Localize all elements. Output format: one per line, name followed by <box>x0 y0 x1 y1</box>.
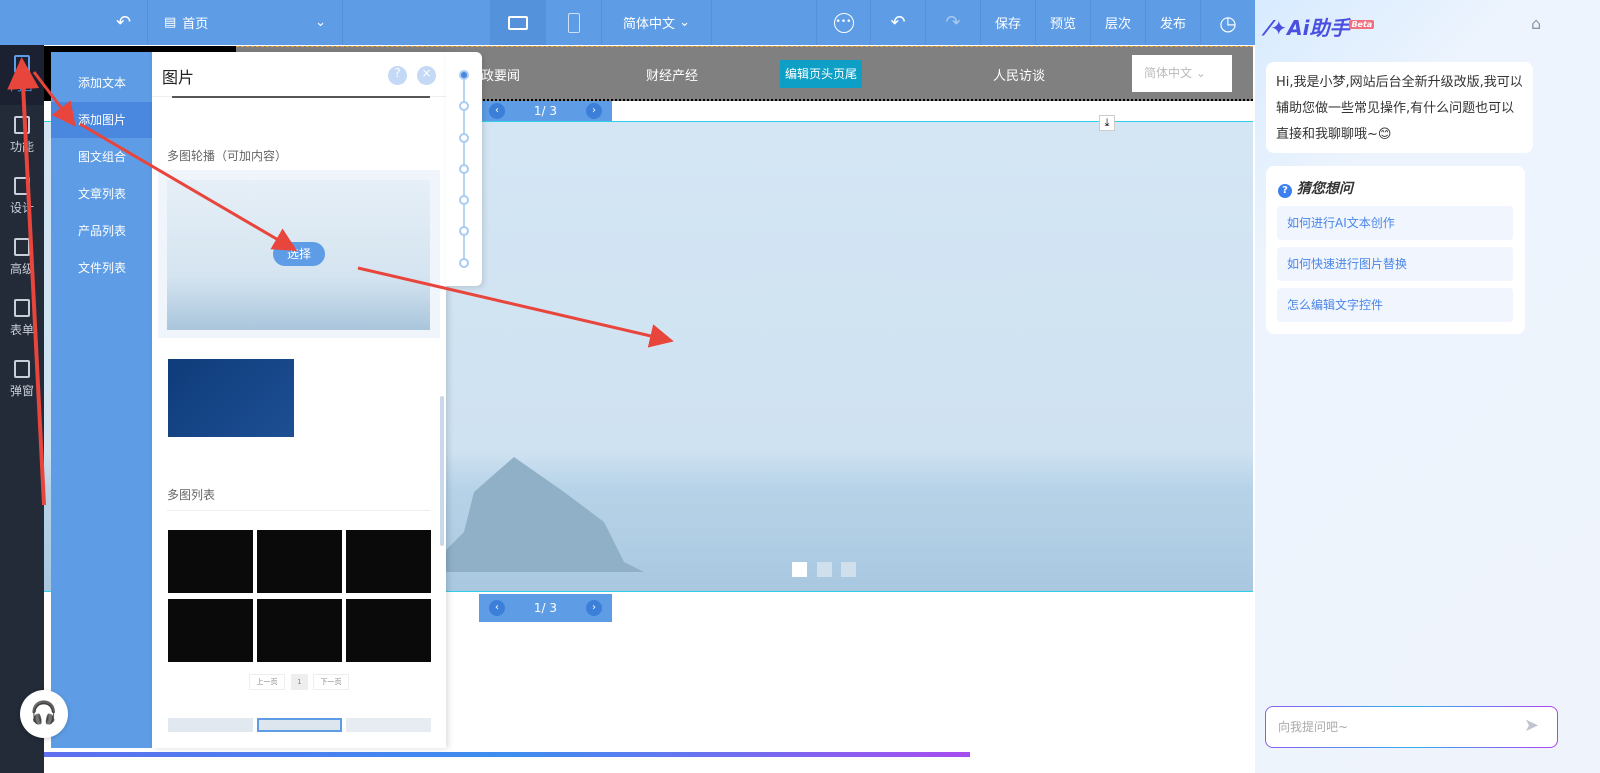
submenu-add-text[interactable]: 添加文本 <box>51 65 152 101</box>
section-image-list-title: 多图列表 <box>167 488 216 502</box>
help-icon[interactable]: ? <box>388 66 407 85</box>
submenu-product-list[interactable]: 产品列表 <box>51 213 152 249</box>
chevron-down-icon: ⌄ <box>679 15 691 30</box>
clear-icon[interactable]: ⌂ <box>1531 14 1541 33</box>
section-navigator <box>446 52 482 286</box>
download-icon[interactable]: ⤓ <box>1099 115 1115 131</box>
dark-carousel-template[interactable] <box>168 359 294 437</box>
grid-icon <box>14 116 30 134</box>
phone-icon <box>567 12 580 33</box>
left-nav: 内容 功能 设计 高级 表单 弹窗 <box>0 45 44 773</box>
section-dot[interactable] <box>459 195 469 205</box>
ai-greeting: Hi,我是小梦,网站后台全新升级改版,我可以辅助您做一些常见操作,有什么问题也可… <box>1266 62 1533 153</box>
thumb-image[interactable] <box>257 530 342 593</box>
carousel-dot[interactable] <box>792 562 807 577</box>
thumb-image[interactable] <box>346 530 431 593</box>
progress-bar <box>44 752 970 757</box>
undo-nav-button[interactable]: ↶ <box>100 0 148 45</box>
panel-scrollbar[interactable] <box>440 396 444 546</box>
prev-page-button[interactable]: 上一页 <box>249 674 285 690</box>
more-icon: ••• <box>833 12 854 33</box>
send-icon[interactable]: ➤ <box>1524 715 1539 736</box>
site-nav-item[interactable]: 政要闻 <box>481 65 520 84</box>
question-icon: ? <box>1278 184 1292 198</box>
redo-button[interactable]: ↷ <box>926 0 981 45</box>
site-nav-item[interactable]: 人民访谈 <box>993 65 1045 84</box>
ai-logo: ⁄✦Ai助手 Beta <box>1267 16 1375 40</box>
prev-slide-button[interactable]: ‹ <box>489 600 505 616</box>
nav-popup[interactable]: 弹窗 <box>0 350 44 410</box>
chevron-down-icon: ⌄ <box>315 15 326 30</box>
carousel-dot[interactable] <box>817 562 832 577</box>
window-icon <box>14 360 30 378</box>
save-button[interactable]: 保存 <box>981 0 1036 45</box>
suggestion-item[interactable]: 如何进行AI文本创作 <box>1277 206 1513 240</box>
undo-button[interactable]: ↶ <box>871 0 926 45</box>
page-select[interactable]: ▤ 首页 ⌄ <box>148 0 343 45</box>
desktop-view-button[interactable] <box>490 0 546 45</box>
headset-icon[interactable]: 🎧 <box>20 690 68 738</box>
suggestion-item[interactable]: 怎么编辑文字控件 <box>1277 288 1513 322</box>
submenu-article-list[interactable]: 文章列表 <box>51 176 152 212</box>
site-nav-item[interactable]: 财经产经 <box>646 65 698 84</box>
panel-title: 图片 <box>162 68 195 87</box>
thumb-image[interactable] <box>346 599 431 662</box>
ai-assistant-panel: ⁄✦Ai助手 Beta ⌂ Hi,我是小梦,网站后台全新升级改版,我可以辅助您做一… <box>1255 0 1600 773</box>
section-dot[interactable] <box>459 101 469 111</box>
page-icon: ▤ <box>164 15 177 30</box>
mobile-view-button[interactable] <box>546 0 602 45</box>
ai-input[interactable]: 向我提问吧~ ➤ <box>1265 706 1558 748</box>
content-submenu: 添加文本 添加图片 图文组合 文章列表 产品列表 文件列表 <box>51 52 152 748</box>
slide-pager-top: ‹ 1/ 3 › <box>479 101 612 121</box>
section-dot[interactable] <box>459 258 469 268</box>
submenu-image-text[interactable]: 图文组合 <box>51 139 152 175</box>
nav-function[interactable]: 功能 <box>0 106 44 166</box>
thumb-image[interactable] <box>257 599 342 662</box>
layers-button[interactable]: 层次 <box>1091 0 1146 45</box>
monitor-icon <box>507 15 528 30</box>
select-template-button[interactable]: 选择 <box>273 242 325 266</box>
section-carousel-title: 多图轮播（可加内容） <box>167 149 288 163</box>
section-dot[interactable] <box>459 164 469 174</box>
next-page-button[interactable]: 下一页 <box>313 674 349 690</box>
edit-header-footer-button[interactable]: 编辑页头页尾 <box>780 60 862 88</box>
slide-pager-bottom: ‹ 1/ 3 › <box>479 594 612 622</box>
submenu-add-image[interactable]: 添加图片 <box>51 102 152 138</box>
thumb-image[interactable] <box>168 599 253 662</box>
layout-icon <box>14 177 30 195</box>
history-icon[interactable]: ◷ <box>1201 0 1255 45</box>
close-icon[interactable]: × <box>417 66 436 85</box>
list-icon <box>14 299 30 317</box>
publish-button[interactable]: 发布 <box>1146 0 1201 45</box>
preview-button[interactable]: 预览 <box>1036 0 1091 45</box>
document-icon <box>14 55 30 73</box>
nav-content[interactable]: 内容 <box>0 45 44 105</box>
suggestion-item[interactable]: 如何快速进行图片替换 <box>1277 247 1513 281</box>
code-icon <box>14 238 30 256</box>
carousel-template[interactable]: 选择 <box>158 170 440 338</box>
section-dot[interactable] <box>459 226 469 236</box>
nav-advanced[interactable]: 高级 <box>0 228 44 288</box>
thumb-image[interactable] <box>168 530 253 593</box>
section-dot[interactable] <box>459 70 469 80</box>
magic-wand-icon: ⁄✦ <box>1267 16 1288 40</box>
site-language-select[interactable]: 简体中文 ⌄ <box>1132 55 1232 92</box>
page-number[interactable]: 1 <box>291 674 308 690</box>
more-button[interactable]: ••• <box>816 0 871 45</box>
suggestions-card: ? 猜您想问 如何进行AI文本创作 如何快速进行图片替换 怎么编辑文字控件 <box>1266 166 1525 334</box>
nav-design[interactable]: 设计 <box>0 167 44 227</box>
language-select[interactable]: 简体中文 ⌄ <box>602 0 712 45</box>
submenu-file-list[interactable]: 文件列表 <box>51 250 152 286</box>
image-panel: 图片 ? × 多图轮播（可加内容） 选择 多图列表 上一页 1 下一页 <box>152 52 446 748</box>
next-slide-button[interactable]: › <box>585 103 602 119</box>
section-dot[interactable] <box>459 133 469 143</box>
carousel-dot[interactable] <box>841 562 856 577</box>
next-slide-button[interactable]: › <box>585 600 602 616</box>
prev-slide-button[interactable]: ‹ <box>489 103 505 119</box>
nav-form[interactable]: 表单 <box>0 289 44 349</box>
top-toolbar: ↶ ▤ 首页 ⌄ 简体中文 ⌄ ••• ↶ ↷ 保存 预览 层次 发布 ◷ <box>0 0 1255 45</box>
